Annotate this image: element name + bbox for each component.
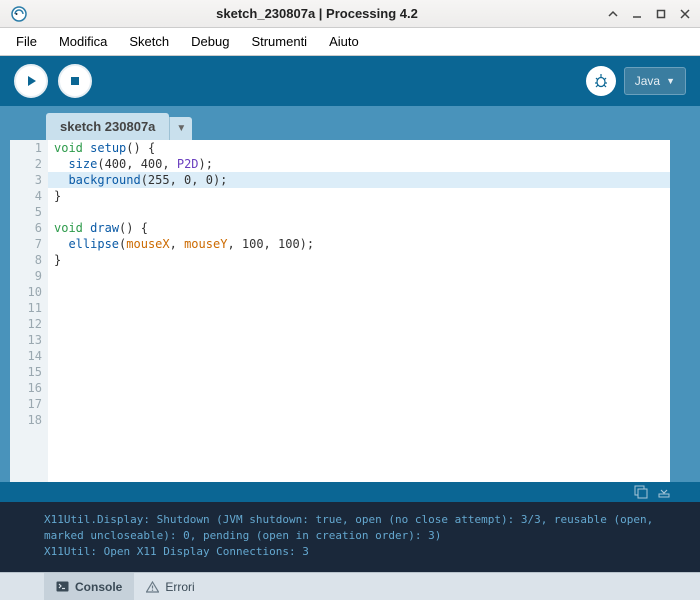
console-line: X11Util.Display: Shutdown (JVM shutdown:… [44, 512, 686, 544]
editor[interactable]: 123456789101112131415161718 void setup()… [10, 140, 670, 482]
console-line: X11Util: Open X11 Display Connections: 3 [44, 544, 686, 560]
tabstrip: sketch 230807a ▼ [0, 106, 700, 140]
line-number: 5 [10, 204, 42, 220]
code-line[interactable] [48, 300, 670, 316]
console-icon [56, 581, 69, 592]
titlebar: sketch_230807a | Processing 4.2 [0, 0, 700, 28]
code-line[interactable]: void setup() { [48, 140, 670, 156]
code-line[interactable] [48, 284, 670, 300]
toolbar: Java ▼ [0, 56, 700, 106]
stop-button[interactable] [58, 64, 92, 98]
code-line[interactable]: } [48, 188, 670, 204]
line-number: 2 [10, 156, 42, 172]
code-line[interactable] [48, 364, 670, 380]
bottom-tabs: Console Errori [0, 572, 700, 600]
line-number: 10 [10, 284, 42, 300]
app-window: sketch_230807a | Processing 4.2 File Mod… [0, 0, 700, 600]
menu-aiuto[interactable]: Aiuto [319, 30, 369, 53]
code-line[interactable] [48, 316, 670, 332]
line-number: 1 [10, 140, 42, 156]
window-up-button[interactable] [602, 3, 624, 25]
code-line[interactable] [48, 412, 670, 428]
tab-dropdown[interactable]: ▼ [169, 117, 192, 140]
gutter: 123456789101112131415161718 [10, 140, 48, 482]
line-number: 3 [10, 172, 42, 188]
code-line[interactable]: void draw() { [48, 220, 670, 236]
tab-sketch[interactable]: sketch 230807a [46, 113, 169, 140]
console-output[interactable]: X11Util.Display: Shutdown (JVM shutdown:… [0, 502, 700, 572]
tab-errors-label: Errori [165, 580, 194, 594]
code-line[interactable] [48, 380, 670, 396]
tab-errors[interactable]: Errori [134, 573, 206, 600]
line-number: 13 [10, 332, 42, 348]
debug-button[interactable] [586, 66, 616, 96]
window-close-button[interactable] [674, 3, 696, 25]
menu-debug[interactable]: Debug [181, 30, 239, 53]
menu-file[interactable]: File [6, 30, 47, 53]
line-number: 4 [10, 188, 42, 204]
code-line[interactable]: background(255, 0, 0); [48, 172, 670, 188]
code-line[interactable]: } [48, 252, 670, 268]
window-title: sketch_230807a | Processing 4.2 [34, 6, 600, 21]
editor-wrap: 123456789101112131415161718 void setup()… [0, 140, 700, 482]
line-number: 6 [10, 220, 42, 236]
line-number: 14 [10, 348, 42, 364]
menu-strumenti[interactable]: Strumenti [241, 30, 317, 53]
code-line[interactable] [48, 204, 670, 220]
code-area[interactable]: void setup() { size(400, 400, P2D); back… [48, 140, 670, 482]
code-line[interactable] [48, 348, 670, 364]
line-number: 8 [10, 252, 42, 268]
menu-modifica[interactable]: Modifica [49, 30, 117, 53]
line-number: 15 [10, 364, 42, 380]
app-icon [10, 5, 28, 23]
menubar: File Modifica Sketch Debug Strumenti Aiu… [0, 28, 700, 56]
code-line[interactable]: ellipse(mouseX, mouseY, 100, 100); [48, 236, 670, 252]
mode-selector[interactable]: Java ▼ [624, 67, 686, 95]
line-number: 9 [10, 268, 42, 284]
warning-icon [146, 581, 159, 593]
separator-bar [0, 482, 700, 502]
chevron-down-icon: ▼ [666, 76, 675, 86]
line-number: 11 [10, 300, 42, 316]
toggle-console-icon[interactable] [634, 485, 648, 499]
line-number: 12 [10, 316, 42, 332]
mode-label: Java [635, 74, 660, 88]
line-number: 7 [10, 236, 42, 252]
menu-sketch[interactable]: Sketch [119, 30, 179, 53]
window-maximize-button[interactable] [650, 3, 672, 25]
collapse-console-icon[interactable] [658, 486, 670, 498]
line-number: 17 [10, 396, 42, 412]
tab-console-label: Console [75, 580, 122, 594]
code-line[interactable] [48, 268, 670, 284]
code-line[interactable]: size(400, 400, P2D); [48, 156, 670, 172]
code-line[interactable] [48, 396, 670, 412]
window-minimize-button[interactable] [626, 3, 648, 25]
line-number: 18 [10, 412, 42, 428]
code-line[interactable] [48, 332, 670, 348]
tab-console[interactable]: Console [44, 573, 134, 600]
run-button[interactable] [14, 64, 48, 98]
line-number: 16 [10, 380, 42, 396]
